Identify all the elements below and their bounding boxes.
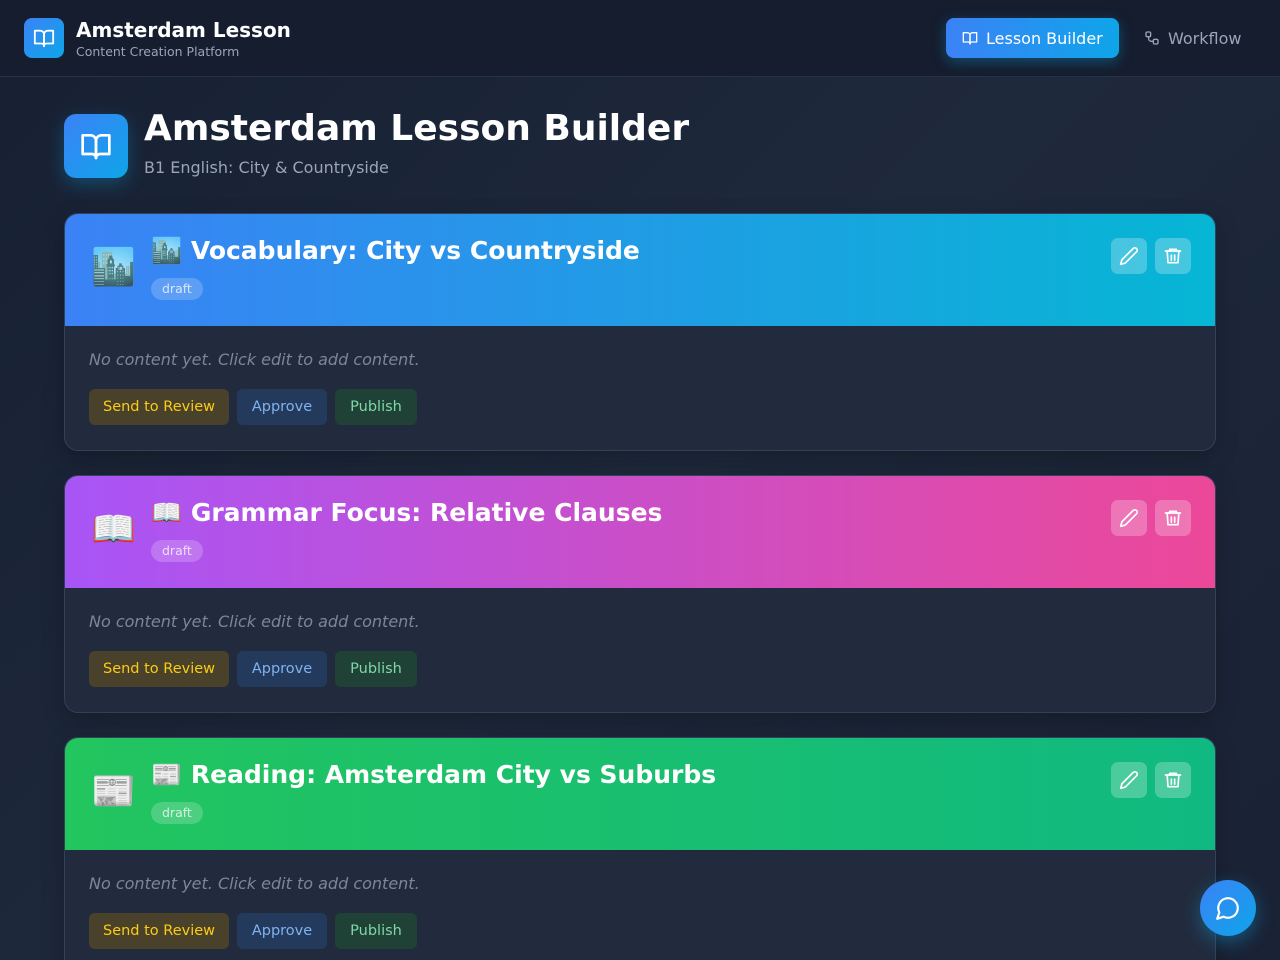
lesson-section-card: 🏙️ 🏙️ Vocabulary: City vs Countryside dr… (64, 213, 1216, 451)
nav-label: Lesson Builder (986, 28, 1103, 48)
brand-logo (24, 18, 64, 58)
send-to-review-button[interactable]: Send to Review (89, 913, 229, 949)
nav-lesson-builder[interactable]: Lesson Builder (946, 18, 1119, 58)
lesson-section-card: 📰 📰 Reading: Amsterdam City vs Suburbs d… (64, 737, 1216, 960)
pencil-icon (1119, 771, 1138, 790)
top-bar: Amsterdam Lesson Content Creation Platfo… (0, 0, 1280, 77)
status-badge: draft (151, 278, 203, 300)
empty-content-text: No content yet. Click edit to add conten… (89, 874, 420, 893)
send-to-review-button[interactable]: Send to Review (89, 651, 229, 687)
section-emoji: 📰 (91, 771, 136, 812)
trash-icon (1164, 510, 1182, 526)
book-open-icon (962, 31, 978, 45)
nav-label: Workflow (1168, 28, 1242, 48)
page-title: Amsterdam Lesson Builder (144, 108, 690, 149)
pencil-icon (1119, 509, 1138, 528)
send-to-review-button[interactable]: Send to Review (89, 389, 229, 425)
approve-button[interactable]: Approve (237, 389, 327, 425)
section-header: 📖 📖 Grammar Focus: Relative Clauses draf… (65, 476, 1215, 588)
page-subtitle: B1 English: City & Countryside (144, 158, 389, 177)
section-emoji: 📖 (91, 509, 136, 550)
book-open-icon (33, 29, 55, 48)
section-title: 📰 Reading: Amsterdam City vs Suburbs (151, 760, 717, 789)
publish-button[interactable]: Publish (335, 913, 417, 949)
book-open-icon (81, 134, 111, 160)
empty-content-text: No content yet. Click edit to add conten… (89, 612, 420, 631)
status-badge: draft (151, 802, 203, 824)
section-header: 🏙️ 🏙️ Vocabulary: City vs Countryside dr… (65, 214, 1215, 326)
section-title: 📖 Grammar Focus: Relative Clauses (151, 498, 663, 527)
chat-button[interactable] (1200, 880, 1256, 936)
trash-icon (1164, 772, 1182, 788)
section-emoji: 🏙️ (91, 247, 136, 288)
lesson-section-card: 📖 📖 Grammar Focus: Relative Clauses draf… (64, 475, 1216, 713)
app-subtitle: Content Creation Platform (76, 44, 240, 59)
approve-button[interactable]: Approve (237, 913, 327, 949)
pencil-icon (1119, 247, 1138, 266)
trash-icon (1164, 248, 1182, 264)
edit-button[interactable] (1111, 762, 1147, 798)
delete-button[interactable] (1155, 762, 1191, 798)
section-title: 🏙️ Vocabulary: City vs Countryside (151, 236, 640, 265)
delete-button[interactable] (1155, 500, 1191, 536)
publish-button[interactable]: Publish (335, 651, 417, 687)
delete-button[interactable] (1155, 238, 1191, 274)
empty-content-text: No content yet. Click edit to add conten… (89, 350, 420, 369)
app-title: Amsterdam Lesson (76, 18, 291, 42)
section-header: 📰 📰 Reading: Amsterdam City vs Suburbs d… (65, 738, 1215, 850)
approve-button[interactable]: Approve (237, 651, 327, 687)
workflow-icon (1145, 31, 1159, 45)
edit-button[interactable] (1111, 238, 1147, 274)
publish-button[interactable]: Publish (335, 389, 417, 425)
chat-bubble-icon (1216, 897, 1239, 920)
nav-workflow[interactable]: Workflow (1128, 18, 1258, 58)
status-badge: draft (151, 540, 203, 562)
page-logo (64, 114, 128, 178)
edit-button[interactable] (1111, 500, 1147, 536)
